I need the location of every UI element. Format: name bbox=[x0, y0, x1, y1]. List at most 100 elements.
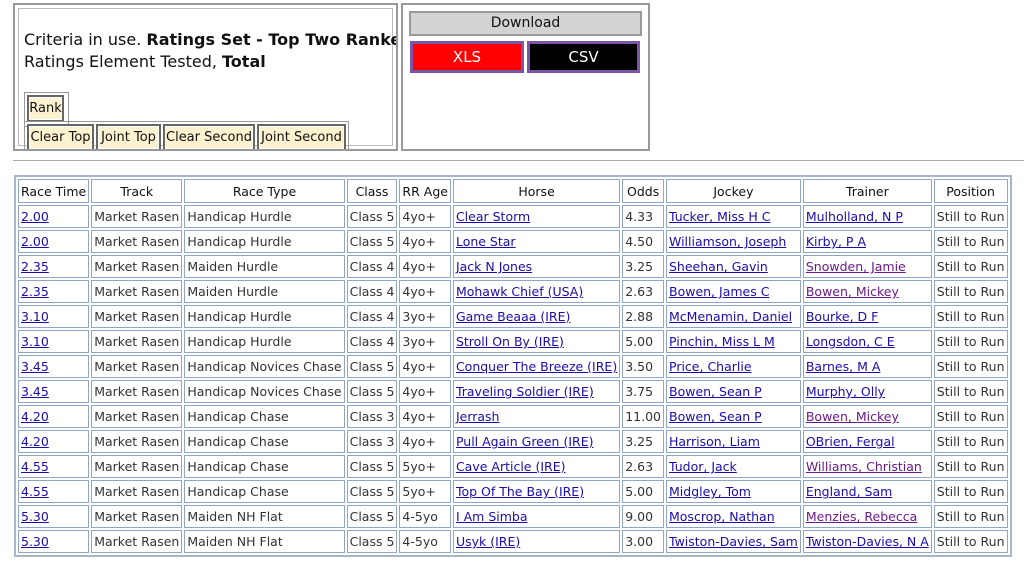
race-time-link[interactable]: 4.55 bbox=[21, 484, 49, 499]
race-time-link[interactable]: 2.00 bbox=[21, 234, 49, 249]
col-header-rr-age[interactable]: RR Age bbox=[399, 179, 451, 203]
col-header-jockey[interactable]: Jockey bbox=[666, 179, 801, 203]
race-time-cell: 2.35 bbox=[18, 255, 90, 278]
race-time-link[interactable]: 3.45 bbox=[21, 359, 49, 374]
race-time-link[interactable]: 2.35 bbox=[21, 259, 49, 274]
trainer-link[interactable]: Longsdon, C E bbox=[806, 334, 895, 349]
trainer-link[interactable]: Bowen, Mickey bbox=[806, 409, 899, 424]
jockey-link[interactable]: Tucker, Miss H C bbox=[669, 209, 770, 224]
race-time-link[interactable]: 3.10 bbox=[21, 334, 49, 349]
trainer-cell: Kirby, P A bbox=[802, 230, 932, 253]
trainer-link[interactable]: Barnes, M A bbox=[806, 359, 881, 374]
horse-link[interactable]: Mohawk Chief (USA) bbox=[456, 284, 583, 299]
rr-age-cell: 4yo+ bbox=[399, 430, 451, 453]
trainer-link[interactable]: Kirby, P A bbox=[806, 234, 866, 249]
jockey-link[interactable]: Bowen, James C bbox=[669, 284, 769, 299]
download-xls-button[interactable]: XLS bbox=[410, 41, 524, 73]
trainer-cell: Barnes, M A bbox=[802, 355, 932, 378]
col-header-race-type[interactable]: Race Type bbox=[184, 179, 345, 203]
track-cell: Market Rasen bbox=[91, 205, 183, 228]
track-cell: Market Rasen bbox=[91, 230, 183, 253]
criteria-inner-frame: Criteria in use. Ratings Set - Top Two R… bbox=[18, 8, 396, 149]
col-header-trainer[interactable]: Trainer bbox=[802, 179, 932, 203]
jockey-link[interactable]: Williamson, Joseph bbox=[669, 234, 786, 249]
position-cell: Still to Run bbox=[933, 430, 1008, 453]
race-time-link[interactable]: 5.30 bbox=[21, 509, 49, 524]
rank-button[interactable]: Rank bbox=[27, 95, 64, 122]
horse-link[interactable]: Cave Article (IRE) bbox=[456, 459, 566, 474]
joint-second-button[interactable]: Joint Second bbox=[257, 124, 346, 149]
criteria-ratings-set: Criteria in use. Ratings Set - Top Two R… bbox=[24, 30, 396, 49]
horse-link[interactable]: Clear Storm bbox=[456, 209, 530, 224]
race-time-link[interactable]: 2.00 bbox=[21, 209, 49, 224]
jockey-link[interactable]: Twiston-Davies, Sam bbox=[669, 534, 798, 549]
odds-cell: 2.88 bbox=[622, 305, 664, 328]
jockey-link[interactable]: Price, Charlie bbox=[669, 359, 752, 374]
jockey-cell: Bowen, James C bbox=[666, 280, 801, 303]
horse-link[interactable]: I Am Simba bbox=[456, 509, 528, 524]
trainer-link[interactable]: Williams, Christian bbox=[806, 459, 922, 474]
trainer-link[interactable]: Bowen, Mickey bbox=[806, 284, 899, 299]
rr-age-cell: 4yo+ bbox=[399, 355, 451, 378]
col-header-class[interactable]: Class bbox=[346, 179, 398, 203]
trainer-link[interactable]: OBrien, Fergal bbox=[806, 434, 895, 449]
horse-link[interactable]: Top Of The Bay (IRE) bbox=[456, 484, 584, 499]
jockey-link[interactable]: Bowen, Sean P bbox=[669, 409, 762, 424]
clear-top-button[interactable]: Clear Top bbox=[27, 124, 94, 149]
trainer-cell: Williams, Christian bbox=[802, 455, 932, 478]
trainer-link[interactable]: England, Sam bbox=[806, 484, 892, 499]
jockey-link[interactable]: Harrison, Liam bbox=[669, 434, 760, 449]
trainer-cell: England, Sam bbox=[802, 480, 932, 503]
odds-cell: 2.63 bbox=[622, 280, 664, 303]
race-time-link[interactable]: 4.55 bbox=[21, 459, 49, 474]
race-time-link[interactable]: 5.30 bbox=[21, 534, 49, 549]
horse-link[interactable]: Game Beaaa (IRE) bbox=[456, 309, 570, 324]
col-header-odds[interactable]: Odds bbox=[622, 179, 664, 203]
race-time-link[interactable]: 4.20 bbox=[21, 409, 49, 424]
horse-link[interactable]: Lone Star bbox=[456, 234, 516, 249]
horse-link[interactable]: Stroll On By (IRE) bbox=[456, 334, 564, 349]
position-cell: Still to Run bbox=[933, 205, 1008, 228]
table-header-row: Race Time Track Race Type Class RR Age H… bbox=[18, 179, 1008, 203]
odds-cell: 2.63 bbox=[622, 455, 664, 478]
horse-link[interactable]: Traveling Soldier (IRE) bbox=[456, 384, 594, 399]
position-cell: Still to Run bbox=[933, 530, 1008, 553]
jockey-link[interactable]: Pinchin, Miss L M bbox=[669, 334, 775, 349]
jockey-link[interactable]: Tudor, Jack bbox=[669, 459, 737, 474]
class-cell: Class 3 bbox=[346, 430, 398, 453]
race-time-cell: 3.45 bbox=[18, 380, 90, 403]
criteria-value: Ratings Set - Top Two Ranked NH bbox=[146, 30, 396, 49]
position-cell: Still to Run bbox=[933, 505, 1008, 528]
horse-link[interactable]: Pull Again Green (IRE) bbox=[456, 434, 594, 449]
race-time-link[interactable]: 4.20 bbox=[21, 434, 49, 449]
trainer-link[interactable]: Menzies, Rebecca bbox=[806, 509, 917, 524]
jockey-link[interactable]: McMenamin, Daniel bbox=[669, 309, 792, 324]
jockey-link[interactable]: Bowen, Sean P bbox=[669, 384, 762, 399]
col-header-horse[interactable]: Horse bbox=[452, 179, 621, 203]
trainer-link[interactable]: Bourke, D F bbox=[806, 309, 879, 324]
position-cell: Still to Run bbox=[933, 255, 1008, 278]
race-time-link[interactable]: 3.10 bbox=[21, 309, 49, 324]
race-time-link[interactable]: 3.45 bbox=[21, 384, 49, 399]
trainer-link[interactable]: Snowden, Jamie bbox=[806, 259, 906, 274]
download-csv-button[interactable]: CSV bbox=[527, 41, 640, 73]
jockey-link[interactable]: Midgley, Tom bbox=[669, 484, 751, 499]
race-time-link[interactable]: 2.35 bbox=[21, 284, 49, 299]
horse-link[interactable]: Conquer The Breeze (IRE) bbox=[456, 359, 617, 374]
col-header-track[interactable]: Track bbox=[91, 179, 183, 203]
trainer-link[interactable]: Twiston-Davies, N A bbox=[806, 534, 929, 549]
horse-link[interactable]: Jerrash bbox=[456, 409, 500, 424]
trainer-link[interactable]: Murphy, Olly bbox=[806, 384, 885, 399]
horse-link[interactable]: Usyk (IRE) bbox=[456, 534, 520, 549]
col-header-position[interactable]: Position bbox=[933, 179, 1008, 203]
class-cell: Class 3 bbox=[346, 405, 398, 428]
jockey-link[interactable]: Sheehan, Gavin bbox=[669, 259, 768, 274]
odds-cell: 3.25 bbox=[622, 255, 664, 278]
joint-top-button[interactable]: Joint Top bbox=[96, 124, 161, 149]
horse-link[interactable]: Jack N Jones bbox=[456, 259, 532, 274]
trainer-link[interactable]: Mulholland, N P bbox=[806, 209, 903, 224]
odds-cell: 3.00 bbox=[622, 530, 664, 553]
clear-second-button[interactable]: Clear Second bbox=[163, 124, 255, 149]
jockey-link[interactable]: Moscrop, Nathan bbox=[669, 509, 775, 524]
col-header-race-time[interactable]: Race Time bbox=[18, 179, 90, 203]
